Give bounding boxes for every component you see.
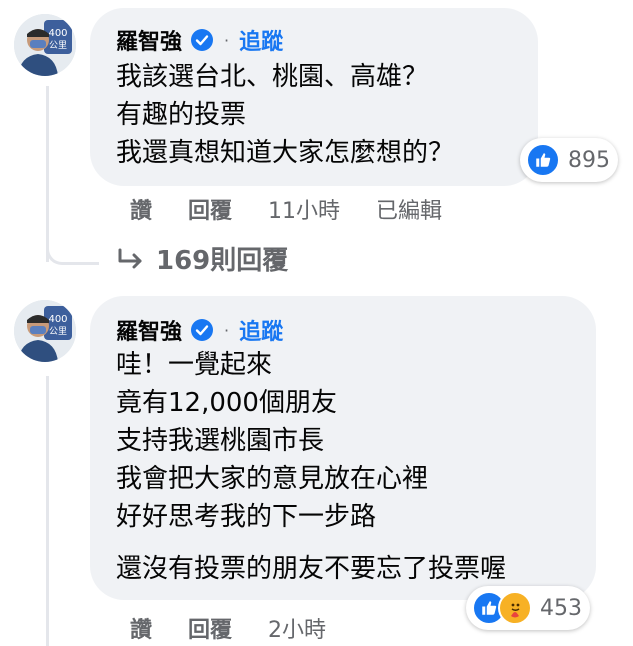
svg-text:公里: 公里 — [49, 40, 67, 51]
care-icon — [498, 591, 532, 625]
comment-actions: 讚 回覆 2小時 — [130, 612, 362, 644]
timestamp[interactable]: 11小時 — [268, 193, 340, 225]
avatar[interactable]: 400 公里 — [14, 14, 76, 76]
author-name[interactable]: 羅智強 — [116, 314, 182, 346]
comment-text-line: 我會把大家的意見放在心裡 — [116, 464, 429, 494]
like-button[interactable]: 讚 — [130, 612, 152, 644]
reply-button[interactable]: 回覆 — [188, 612, 232, 644]
view-replies-link[interactable]: 169則回覆 — [116, 240, 288, 277]
like-button[interactable]: 讚 — [130, 193, 152, 225]
author-name[interactable]: 羅智強 — [116, 24, 182, 56]
avatar-photo-icon: 400 公里 — [14, 300, 76, 362]
verified-badge-icon — [190, 318, 214, 342]
timestamp[interactable]: 2小時 — [268, 612, 326, 644]
follow-button[interactable]: 追蹤 — [239, 314, 283, 346]
svg-text:400: 400 — [48, 314, 67, 325]
reply-button[interactable]: 回覆 — [188, 193, 232, 225]
comment-text-line: 支持我選桃園市長 — [116, 426, 325, 456]
thread-connector — [46, 236, 99, 265]
reaction-summary[interactable]: 895 — [520, 138, 618, 182]
verified-badge-icon — [190, 28, 214, 52]
comment-text-line: 我該選台北、桃園、高雄？ — [116, 62, 429, 92]
comment-text-line: 好好思考我的下一步路 — [116, 502, 377, 532]
follow-button[interactable]: 追蹤 — [239, 24, 283, 56]
like-icon — [526, 143, 560, 177]
comment-text-line: 有趣的投票 — [116, 100, 247, 130]
reaction-count: 895 — [568, 147, 610, 173]
comment-header: 羅智強 · 追蹤 — [116, 314, 283, 346]
comment-header: 羅智強 · 追蹤 — [116, 24, 283, 56]
reaction-summary[interactable]: 453 — [466, 586, 590, 630]
separator-dot: · — [224, 30, 230, 50]
svg-text:400: 400 — [48, 28, 67, 39]
edited-label[interactable]: 已編輯 — [376, 193, 442, 225]
avatar-photo-icon: 400 公里 — [14, 14, 76, 76]
reaction-count: 453 — [540, 595, 582, 621]
comment-text-line: 還沒有投票的朋友不要忘了投票喔 — [116, 554, 507, 584]
comment-text-line: 我還真想知道大家怎麼想的？ — [116, 138, 455, 168]
avatar[interactable]: 400 公里 — [14, 300, 76, 362]
comment-text-line: 竟有12,000個朋友 — [116, 388, 337, 418]
comment-actions: 讚 回覆 11小時 已編輯 — [130, 193, 478, 225]
separator-dot: · — [224, 320, 230, 340]
thread-line — [46, 376, 49, 646]
svg-text:公里: 公里 — [49, 326, 67, 337]
comment-text-line: 哇！一覺起來 — [116, 350, 273, 380]
reply-arrow-icon — [118, 248, 142, 268]
replies-count-label[interactable]: 169則回覆 — [156, 240, 288, 277]
